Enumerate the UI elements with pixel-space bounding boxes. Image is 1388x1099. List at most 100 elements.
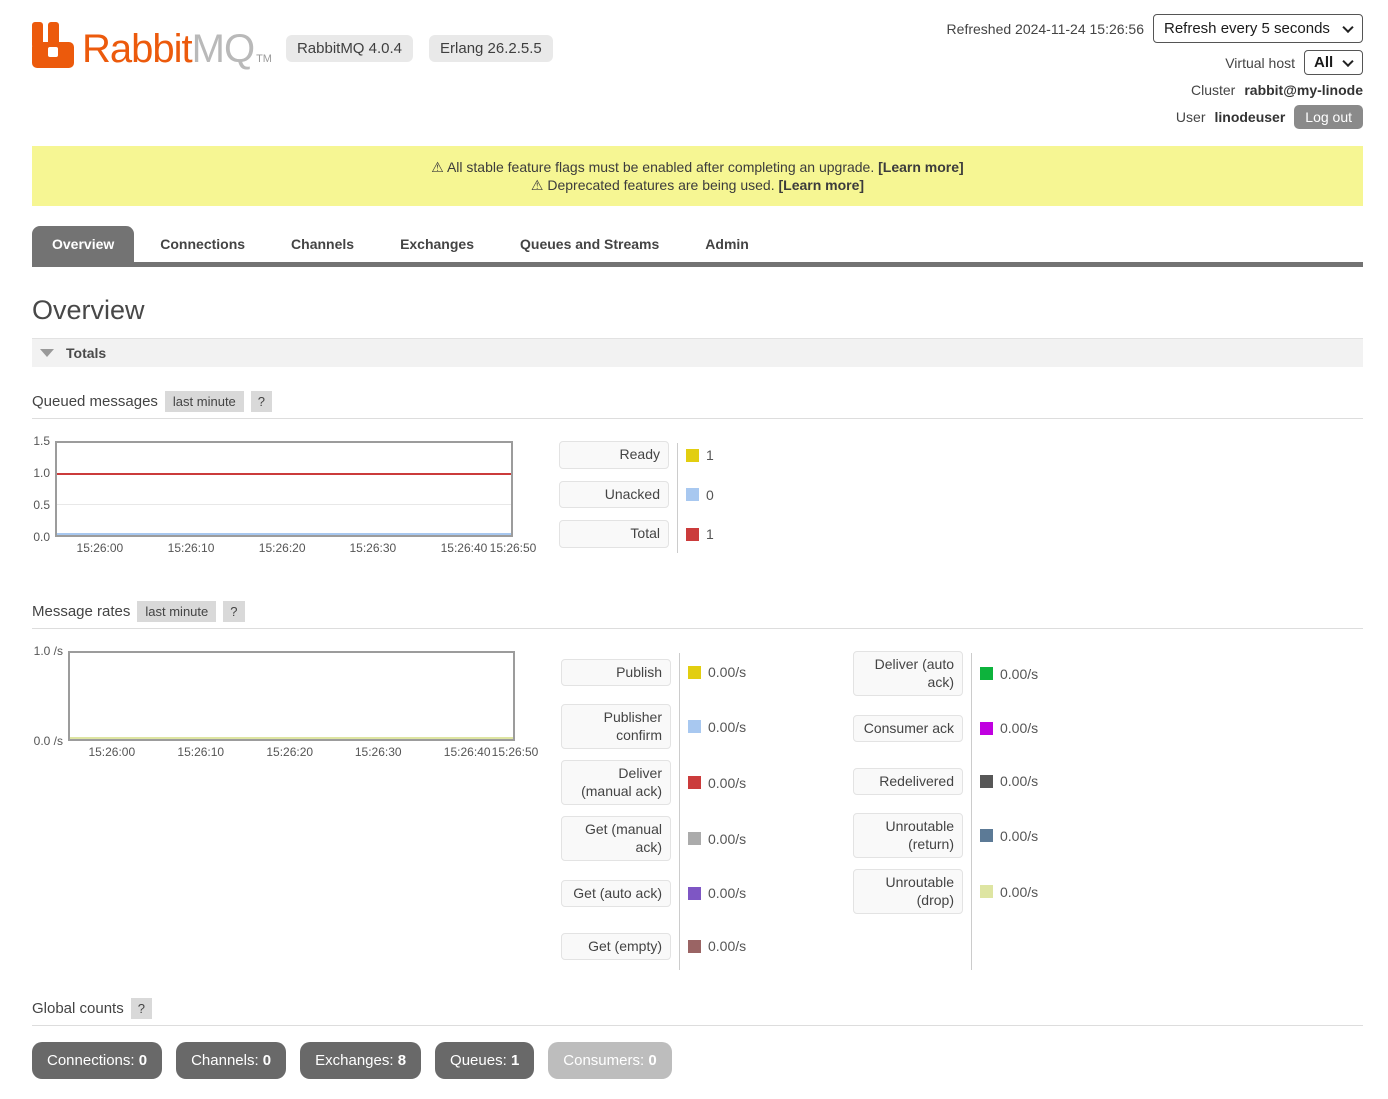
cluster-label: Cluster bbox=[1191, 82, 1235, 98]
series-line-total bbox=[57, 473, 511, 475]
legend-value: 1 bbox=[706, 526, 714, 542]
legend-row: Deliver (manual ack) 0.00/s bbox=[561, 760, 796, 805]
legend-value: 0.00/s bbox=[708, 664, 746, 680]
header: RabbitMQTM RabbitMQ 4.0.4 Erlang 26.2.5.… bbox=[32, 14, 1363, 136]
legend-value: 0.00/s bbox=[1000, 884, 1038, 900]
x-axis: 15:26:00 15:26:10 15:26:20 15:26:30 15:2… bbox=[68, 745, 515, 765]
version-badges: RabbitMQ 4.0.4 Erlang 26.2.5.5 bbox=[286, 35, 553, 62]
vhost-label: Virtual host bbox=[1225, 55, 1295, 71]
global-counts-title: Global counts bbox=[32, 1000, 124, 1017]
rabbitmq-logo[interactable]: RabbitMQTM bbox=[32, 22, 272, 68]
message-rates-section: 1.0 /s 0.0 /s 15:26:00 15:26:10 15:26:20… bbox=[32, 651, 1363, 978]
help-icon[interactable]: ? bbox=[223, 601, 244, 622]
user-label: User bbox=[1176, 109, 1206, 125]
deprecated-features-warning-text: ⚠ Deprecated features are being used. bbox=[531, 177, 775, 193]
legend-row: Consumer ack 0.00/s bbox=[853, 707, 1088, 749]
y-axis: 1.5 1.0 0.5 0.0 bbox=[32, 441, 55, 537]
cluster-name: rabbit@my-linode bbox=[1244, 82, 1363, 98]
legend-value: 0.00/s bbox=[1000, 773, 1038, 789]
legend-label: Publisher confirm bbox=[561, 704, 671, 749]
refresh-interval-select-wrap: Refresh every 5 seconds bbox=[1153, 14, 1363, 43]
legend-label: Deliver (auto ack) bbox=[853, 651, 963, 696]
series-line-unroutable-drop bbox=[70, 737, 513, 739]
status-area: Refreshed 2024-11-24 15:26:56 Refresh ev… bbox=[947, 14, 1363, 136]
message-rates-title: Message rates bbox=[32, 603, 130, 620]
totals-section-header[interactable]: Totals bbox=[32, 338, 1363, 367]
legend-value: 0.00/s bbox=[1000, 666, 1038, 682]
tab-channels[interactable]: Channels bbox=[271, 226, 374, 262]
message-rates-chart: 1.0 /s 0.0 /s 15:26:00 15:26:10 15:26:20… bbox=[32, 651, 515, 978]
legend-value: 0.00/s bbox=[708, 719, 746, 735]
legend-label: Unacked bbox=[559, 481, 669, 509]
series-line-unacked bbox=[57, 533, 511, 535]
legend-label: Ready bbox=[559, 441, 669, 469]
connections-count-badge: Connections: 0 bbox=[32, 1042, 162, 1079]
legend-row: Ready 1 bbox=[559, 441, 794, 469]
learn-more-link-feature-flags[interactable]: [Learn more] bbox=[878, 159, 964, 175]
legend-swatch bbox=[980, 722, 993, 735]
collapse-arrow-icon bbox=[40, 349, 54, 357]
legend-value: 0.00/s bbox=[1000, 720, 1038, 736]
y-axis: 1.0 /s 0.0 /s bbox=[32, 651, 68, 741]
legend-value: 1 bbox=[706, 447, 714, 463]
logout-button[interactable]: Log out bbox=[1294, 105, 1363, 129]
help-icon[interactable]: ? bbox=[251, 391, 272, 412]
exchanges-count-badge: Exchanges: 8 bbox=[300, 1042, 421, 1079]
totals-label: Totals bbox=[66, 345, 106, 361]
vhost-select[interactable]: All bbox=[1304, 50, 1363, 75]
legend-label: Consumer ack bbox=[853, 715, 963, 743]
legend-swatch bbox=[688, 832, 701, 845]
message-rates-legend-col1: Publish 0.00/s Publisher confirm 0.00/s … bbox=[561, 651, 796, 978]
queued-messages-section: 1.5 1.0 0.5 0.0 15:26:00 15:26:10 15:26:… bbox=[32, 441, 1363, 561]
legend-label: Deliver (manual ack) bbox=[561, 760, 671, 805]
legend-swatch bbox=[686, 449, 699, 462]
legend-value: 0 bbox=[706, 487, 714, 503]
legend-swatch bbox=[980, 885, 993, 898]
legend-row: Unacked 0 bbox=[559, 481, 794, 509]
global-counts: Connections: 0 Channels: 0 Exchanges: 8 … bbox=[32, 1042, 1363, 1089]
plot-area bbox=[68, 651, 515, 741]
legend-row: Redelivered 0.00/s bbox=[853, 760, 1088, 802]
time-range-badge[interactable]: last minute bbox=[137, 601, 216, 622]
help-icon[interactable]: ? bbox=[131, 998, 152, 1019]
rabbitmq-version-badge: RabbitMQ 4.0.4 bbox=[286, 35, 413, 62]
legend-label: Get (auto ack) bbox=[561, 880, 671, 908]
message-rates-legend-col2: Deliver (auto ack) 0.00/s Consumer ack 0… bbox=[853, 651, 1088, 978]
legend-swatch bbox=[688, 776, 701, 789]
warning-banner: ⚠ All stable feature flags must be enabl… bbox=[32, 146, 1363, 206]
legend-row: Publish 0.00/s bbox=[561, 651, 796, 693]
legend-label: Total bbox=[559, 520, 669, 548]
legend-swatch bbox=[980, 667, 993, 680]
legend-swatch bbox=[980, 829, 993, 842]
legend-swatch bbox=[688, 720, 701, 733]
legend-swatch bbox=[686, 488, 699, 501]
time-range-badge[interactable]: last minute bbox=[165, 391, 244, 412]
legend-swatch bbox=[688, 887, 701, 900]
queued-messages-legend: Ready 1 Unacked 0 Total 1 bbox=[559, 441, 794, 561]
legend-row: Unroutable (return) 0.00/s bbox=[853, 813, 1088, 858]
legend-label: Unroutable (drop) bbox=[853, 869, 963, 914]
tab-exchanges[interactable]: Exchanges bbox=[380, 226, 494, 262]
legend-value: 0.00/s bbox=[708, 831, 746, 847]
tab-queues-and-streams[interactable]: Queues and Streams bbox=[500, 226, 679, 262]
refresh-interval-select[interactable]: Refresh every 5 seconds bbox=[1153, 14, 1363, 43]
tab-connections[interactable]: Connections bbox=[140, 226, 265, 262]
page-title: Overview bbox=[32, 295, 1363, 326]
message-rates-heading: Message rates last minute ? bbox=[32, 601, 1363, 629]
erlang-version-badge: Erlang 26.2.5.5 bbox=[429, 35, 553, 62]
legend-label: Get (empty) bbox=[561, 933, 671, 961]
legend-swatch bbox=[686, 528, 699, 541]
global-counts-heading: Global counts ? bbox=[32, 998, 1363, 1026]
legend-row: Get (auto ack) 0.00/s bbox=[561, 872, 796, 914]
refreshed-timestamp: Refreshed 2024-11-24 15:26:56 bbox=[947, 21, 1144, 37]
user-name: linodeuser bbox=[1214, 109, 1285, 125]
queued-messages-title: Queued messages bbox=[32, 393, 158, 410]
rabbitmq-overview-page: RabbitMQTM RabbitMQ 4.0.4 Erlang 26.2.5.… bbox=[0, 0, 1388, 1099]
tab-admin[interactable]: Admin bbox=[685, 226, 769, 262]
learn-more-link-deprecated[interactable]: [Learn more] bbox=[779, 177, 865, 193]
legend-swatch bbox=[688, 940, 701, 953]
tab-overview[interactable]: Overview bbox=[32, 226, 134, 262]
legend-row: Total 1 bbox=[559, 520, 794, 548]
legend-value: 0.00/s bbox=[708, 775, 746, 791]
queued-messages-chart: 1.5 1.0 0.5 0.0 15:26:00 15:26:10 15:26:… bbox=[32, 441, 513, 561]
